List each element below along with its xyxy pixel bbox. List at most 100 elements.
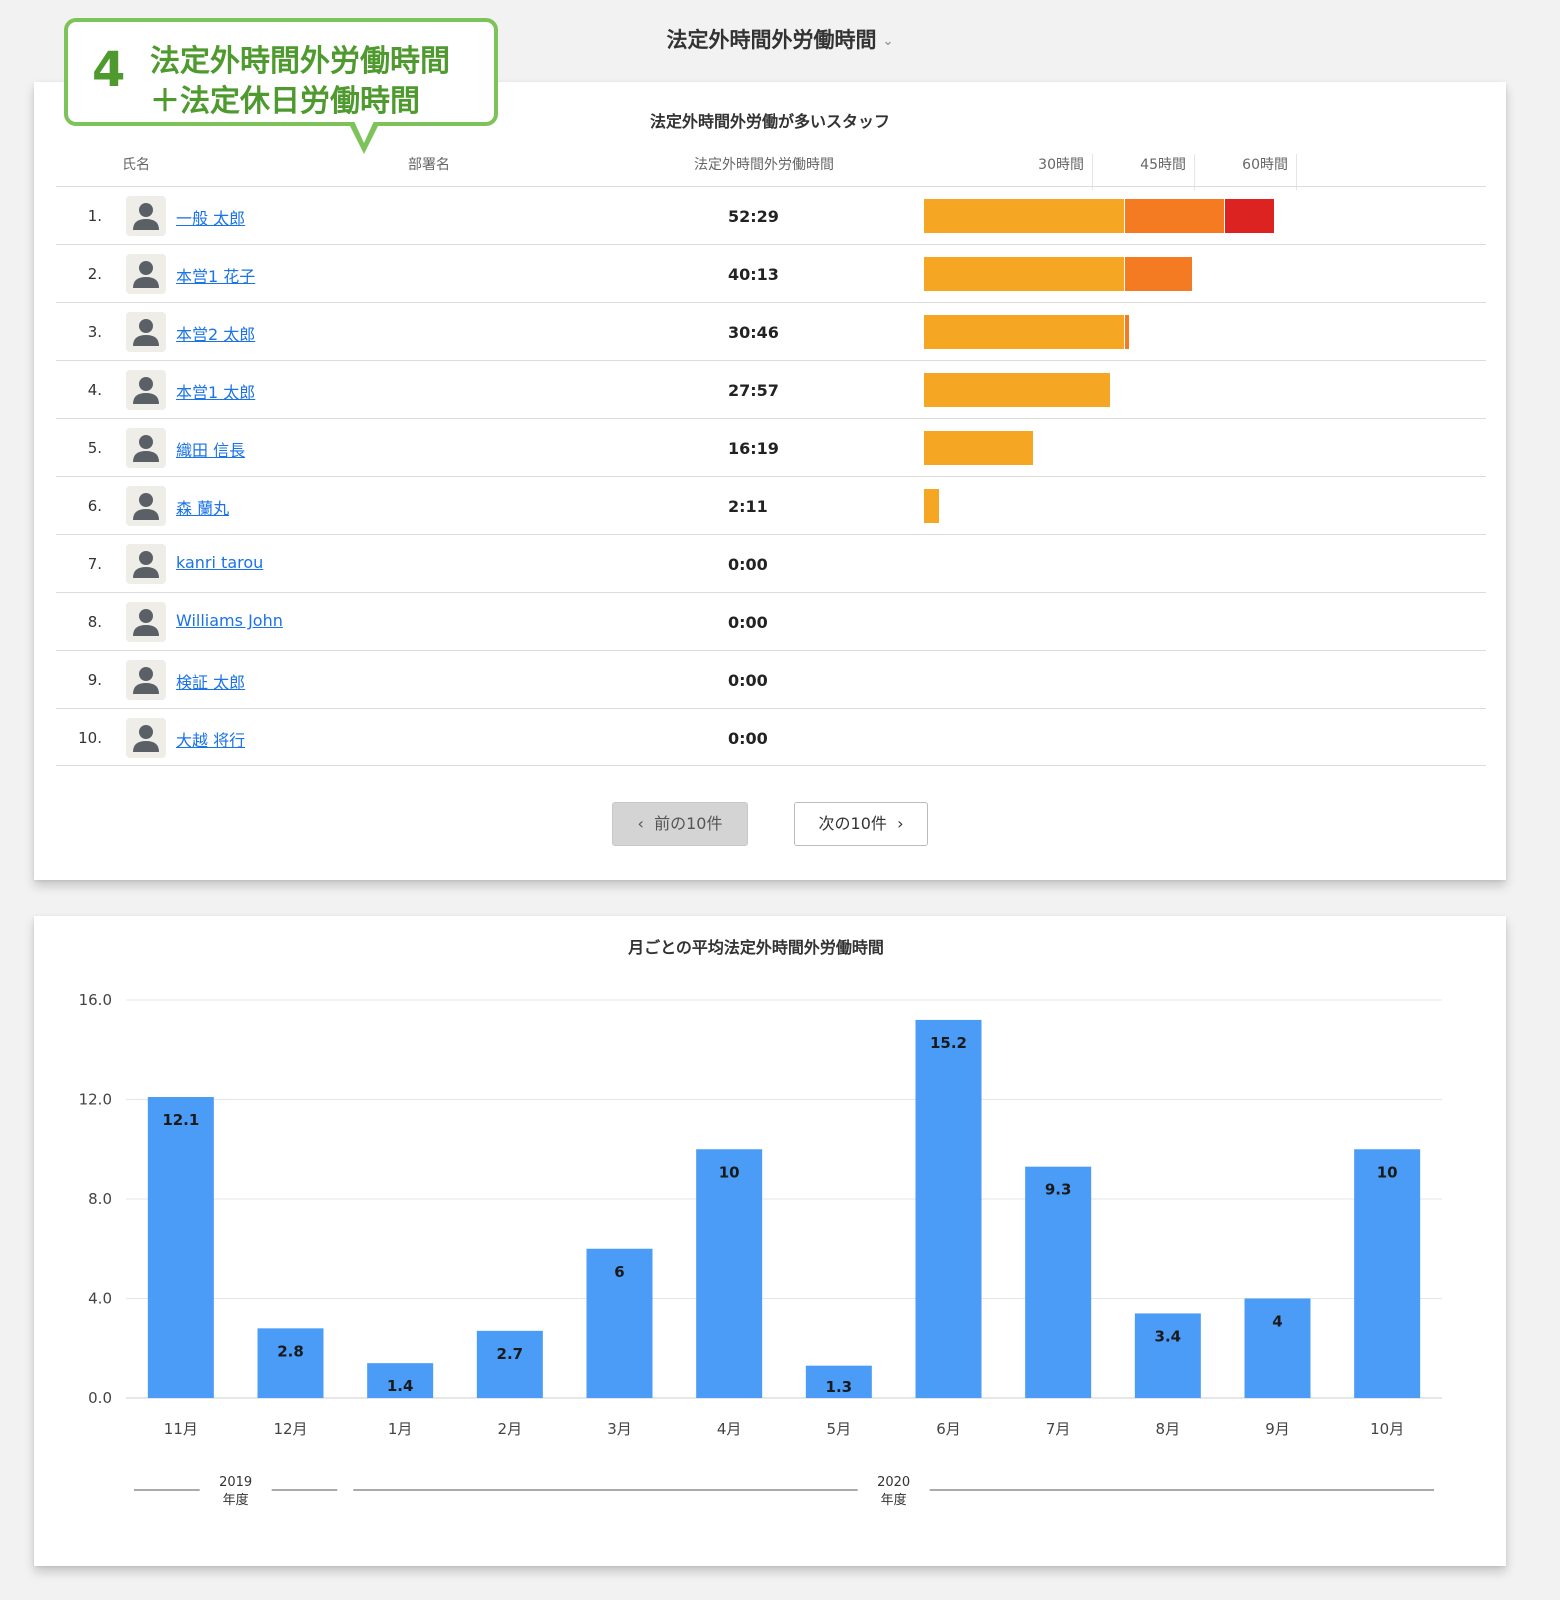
bar-1: [147, 1097, 214, 1398]
row-overtime-value: 2:11: [728, 497, 768, 516]
data-label: 6: [614, 1263, 624, 1281]
bar-segment-30-45: [1125, 315, 1130, 349]
data-label: 4: [1272, 1313, 1282, 1331]
bar-segment-under-30: [924, 431, 1033, 465]
row-overtime-value: 0:00: [728, 671, 768, 690]
table-row: 3. 本営2 太郎 30:46: [56, 302, 1486, 360]
row-rank: 2.: [87, 265, 102, 283]
data-label: 10: [1377, 1163, 1398, 1181]
row-overtime-value: 40:13: [728, 265, 779, 284]
y-tick-label: 12.0: [79, 1091, 112, 1109]
threshold-60-line: [1296, 154, 1297, 190]
bar-segment-under-30: [924, 199, 1124, 233]
threshold-45-line: [1194, 154, 1195, 190]
monthly-average-bar-chart: 月ごとの平均法定外時間外労働時間 0.0 4.0 8.0 12.0 16.0 12.1 11月…: [79, 938, 1442, 1508]
next-page-label: 次の10件: [818, 814, 887, 833]
year-group-unit: 年度: [223, 1492, 249, 1508]
bar-9: [1025, 1166, 1092, 1398]
chart-title: 月ごとの平均法定外時間外労働時間: [627, 938, 884, 957]
row-overtime-value: 0:00: [728, 613, 768, 632]
prev-page-button[interactable]: ‹ 前の10件: [612, 802, 748, 846]
staff-name-link[interactable]: 一般 太郎: [176, 205, 245, 229]
row-rank: 3.: [87, 323, 102, 341]
row-rank: 1.: [87, 207, 102, 225]
data-label: 15.2: [930, 1034, 967, 1052]
x-tick-label: 8月: [1156, 1420, 1181, 1438]
bar-segment-over-45: [1225, 199, 1274, 233]
year-group-year: 2019: [219, 1475, 252, 1490]
bar-12: [1354, 1149, 1421, 1398]
chevron-down-icon: ⌄: [882, 33, 894, 49]
bar-4: [476, 1330, 543, 1398]
staff-name-link[interactable]: 本営1 花子: [176, 263, 255, 287]
threshold-30-line: [1092, 154, 1093, 190]
x-tick-label: 3月: [607, 1420, 632, 1438]
threshold-30-label: 30時間: [1038, 157, 1084, 173]
threshold-45-label: 45時間: [1140, 157, 1186, 173]
data-label: 9.3: [1045, 1181, 1072, 1199]
avatar: [126, 254, 166, 294]
x-tick-label: 7月: [1046, 1420, 1071, 1438]
data-label: 10: [719, 1163, 740, 1181]
table-row: 5. 織田 信長 16:19: [56, 418, 1486, 476]
row-overtime-value: 30:46: [728, 323, 779, 342]
x-tick-label: 9月: [1265, 1420, 1290, 1438]
x-tick-label: 6月: [936, 1420, 961, 1438]
x-tick-label: 11月: [164, 1420, 198, 1438]
col-name: 氏名: [122, 157, 150, 173]
data-label: 2.7: [497, 1345, 524, 1363]
year-group-unit: 年度: [881, 1492, 907, 1508]
y-tick-label: 8.0: [88, 1190, 112, 1208]
person-icon: [133, 725, 159, 752]
avatar: [126, 602, 166, 642]
staff-name-link[interactable]: 織田 信長: [176, 437, 245, 461]
x-tick-label: 2月: [498, 1420, 523, 1438]
x-tick-label: 1月: [388, 1420, 413, 1438]
table-row: 9. 検証 太郎 0:00: [56, 650, 1486, 708]
avatar: [126, 718, 166, 758]
col-department: 部署名: [408, 157, 450, 173]
row-rank: 8.: [87, 613, 102, 631]
prev-page-label: 前の10件: [654, 814, 723, 833]
row-rank: 9.: [87, 671, 102, 689]
row-overtime-value: 0:00: [728, 729, 768, 748]
threshold-60-label: 60時間: [1242, 157, 1288, 173]
staff-name-link[interactable]: 本営2 太郎: [176, 321, 255, 345]
avatar: [126, 544, 166, 584]
person-icon: [133, 551, 159, 578]
callout-line-1: 法定外時間外労働時間: [150, 44, 450, 79]
staff-name-link[interactable]: 森 蘭丸: [176, 495, 229, 519]
next-page-button[interactable]: 次の10件 ›: [794, 802, 928, 846]
bar-8: [915, 1019, 982, 1398]
staff-name-link[interactable]: kanri tarou: [176, 553, 263, 572]
metric-dropdown-label: 法定外時間外労働時間: [666, 28, 877, 52]
chevron-right-icon: ›: [897, 814, 904, 833]
avatar: [126, 196, 166, 236]
person-icon: [133, 203, 159, 230]
bar-segment-under-30: [924, 315, 1124, 349]
staff-name-link[interactable]: 検証 太郎: [176, 669, 245, 693]
person-icon: [133, 493, 159, 520]
col-hours: 法定外時間外労働時間: [694, 157, 834, 173]
row-overtime-value: 16:19: [728, 439, 779, 458]
bar-segment-30-45: [1125, 257, 1193, 291]
avatar: [126, 428, 166, 468]
staff-name-link[interactable]: 本営1 太郎: [176, 379, 255, 403]
bar-2: [257, 1328, 324, 1398]
bar-segment-under-30: [924, 489, 939, 523]
staff-list: 1. 一般 太郎 52:29 2. 本営1 花子 40:13 3. 本営2 太郎…: [56, 186, 1486, 766]
person-icon: [133, 609, 159, 636]
callout-line-2: ＋法定休日労働時間: [150, 84, 420, 119]
table-row: 4. 本営1 太郎 27:57: [56, 360, 1486, 418]
table-row: 10. 大越 将行 0:00: [56, 708, 1486, 766]
y-tick-label: 4.0: [88, 1290, 112, 1308]
staff-name-link[interactable]: Williams John: [176, 611, 283, 630]
bar-segment-under-30: [924, 373, 1111, 407]
row-rank: 5.: [87, 439, 102, 457]
avatar: [126, 486, 166, 526]
data-label: 12.1: [162, 1111, 199, 1129]
staff-name-link[interactable]: 大越 将行: [176, 727, 245, 751]
row-overtime-value: 27:57: [728, 381, 779, 400]
row-overtime-value: 52:29: [728, 207, 779, 226]
y-tick-label: 16.0: [79, 991, 112, 1009]
